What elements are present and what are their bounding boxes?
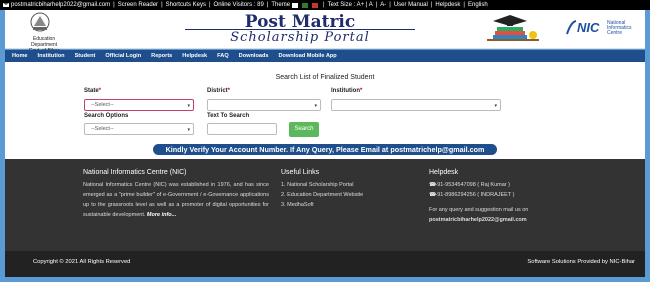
nav-student[interactable]: Student — [75, 53, 96, 59]
chevron-down-icon: ▾ — [187, 103, 190, 109]
portal-subtitle: Scholarship Portal — [230, 30, 370, 45]
footer-nic-about: National Informatics Centre (NIC) was es… — [83, 182, 269, 218]
district-select[interactable]: ▾ — [207, 99, 321, 111]
dept-name: Education Department — [30, 36, 58, 48]
site-footer: National Informatics Centre (NIC) Nation… — [5, 159, 645, 251]
query-email[interactable]: postmatricbiharhelp2022@gmail.com — [429, 215, 599, 225]
top-utility-bar: postmatricbiharhelp2022@gmail.com | Scre… — [0, 0, 650, 10]
helpdesk-phone-2[interactable]: +91-8986294256 ( INDRAJEET ) — [434, 192, 514, 198]
search-panel: Search List of Finalized Student State* … — [5, 62, 645, 159]
state-label: State* — [84, 88, 102, 94]
footer-links-title: Useful Links — [281, 169, 320, 176]
nav-download-mobile-app[interactable]: Download Mobile App — [279, 53, 337, 59]
institution-label: Institution* — [331, 88, 363, 94]
mail-icon — [3, 3, 9, 7]
footer-helpdesk-title: Helpdesk — [429, 169, 459, 176]
bihar-emblem-icon — [30, 12, 50, 32]
copyright-bar: Copyright © 2021 All Rights Reserved Sof… — [5, 251, 645, 277]
theme-green-swatch[interactable] — [302, 2, 309, 8]
shortcuts-link[interactable]: Shortcuts Keys — [166, 2, 206, 8]
text-smaller-button[interactable]: A- — [380, 2, 386, 8]
nic-label: NIC — [577, 20, 600, 35]
more-info-link[interactable]: More info... — [147, 212, 176, 218]
helpdesk-phone-1[interactable]: +91-9534547098 ( Raj Kumar ) — [434, 182, 510, 188]
main-navbar: Home Institution Student Official Login … — [5, 50, 645, 62]
nic-swoosh-icon — [566, 20, 577, 35]
state-select[interactable]: --Select-- ▾ — [84, 99, 194, 111]
theme-label: Theme — [271, 2, 291, 8]
query-text: For any query and suggestion mail us on — [429, 207, 529, 213]
text-to-search-input[interactable] — [207, 123, 277, 135]
site-header: Education Department Govt. of Bihar Post… — [5, 10, 645, 54]
search-button[interactable]: Search — [289, 122, 319, 137]
search-options-label: Search Options — [84, 113, 129, 119]
page: { "topbar": { "email": "postmatricbiharh… — [0, 0, 650, 282]
link-national-scholarship-portal[interactable]: 1. National Scholarship Portal — [281, 180, 411, 190]
online-visitors: Online Visitors : 89 — [213, 2, 264, 8]
theme-white-swatch[interactable] — [292, 2, 299, 8]
footer-links: 1. National Scholarship Portal 2. Educat… — [281, 180, 411, 210]
district-label: District* — [207, 88, 231, 94]
copyright-text: Copyright © 2021 All Rights Reserved — [33, 259, 131, 265]
chevron-down-icon: ▾ — [187, 127, 190, 133]
search-options-select[interactable]: --Select-- ▾ — [84, 123, 194, 135]
nic-sub-label: National Informatics Centre — [607, 20, 632, 36]
link-education-department[interactable]: 2. Education Department Website — [281, 190, 411, 200]
chevron-down-icon: ▾ — [494, 103, 497, 109]
screen-reader-link[interactable]: Screen Reader — [118, 2, 158, 8]
nav-home[interactable]: Home — [12, 53, 28, 59]
verify-account-banner: Kindly Verify Your Account Number. If An… — [153, 144, 497, 155]
text-size-control[interactable]: Text Size : A+ | A — [328, 2, 373, 8]
graduation-books-icon — [487, 15, 539, 41]
contact-email[interactable]: postmatricbiharhelp2022@gmail.com — [11, 2, 110, 8]
helpdesk-top-link[interactable]: Helpdesk — [435, 2, 460, 8]
search-title: Search List of Finalized Student — [275, 74, 375, 81]
link-medhasoft[interactable]: 3. MedhaSoft — [281, 200, 411, 210]
footer-helpdesk: ☎+91-9534547098 ( Raj Kumar ) ☎+91-89862… — [429, 180, 599, 225]
nic-logo: NIC National Informatics Centre — [565, 18, 637, 40]
chevron-down-icon: ▾ — [314, 103, 317, 109]
nav-downloads[interactable]: Downloads — [239, 53, 269, 59]
nav-faq[interactable]: FAQ — [217, 53, 229, 59]
nav-reports[interactable]: Reports — [151, 53, 172, 59]
institution-select[interactable]: ▾ — [331, 99, 501, 111]
nav-institution[interactable]: Institution — [38, 53, 65, 59]
software-credit: Software Solutions Provided by NIC-Bihar — [527, 259, 635, 265]
user-manual-link[interactable]: User Manual — [394, 2, 428, 8]
language-link[interactable]: English — [468, 2, 488, 8]
nav-official-login[interactable]: Official Login — [105, 53, 141, 59]
text-to-search-label: Text To Search — [207, 113, 250, 119]
nav-helpdesk[interactable]: Helpdesk — [182, 53, 207, 59]
footer-nic-title: National Informatics Centre (NIC) — [83, 169, 187, 176]
theme-red-swatch[interactable] — [312, 2, 319, 8]
